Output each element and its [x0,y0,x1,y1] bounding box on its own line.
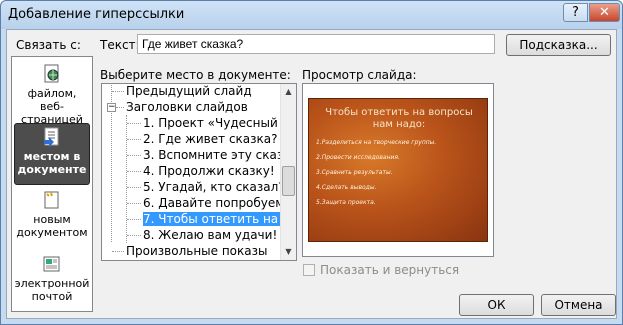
email-icon [42,254,62,274]
slide-preview: Чтобы ответить на вопросы нам надо: 1.Ра… [302,83,494,257]
show-and-return-label: Показать и вернуться [320,263,460,277]
link-to-bar: файлом, веб-страницей местом в документе… [11,56,93,312]
place-in-document-label: Выберите место в документе: [100,68,291,82]
tree-item-slide-4[interactable]: 4. Продолжи сказку! [143,163,275,179]
tree-item-slide-1[interactable]: 1. Проект «Чудесный м [143,115,291,131]
link-to-document-place-label: местом в документе [17,150,87,176]
cancel-button[interactable]: Отмена [541,294,616,316]
help-button[interactable]: ? [563,3,588,22]
slide-bullet: 1.Разделиться на творческие группы. [316,139,437,146]
slide-preview-label: Просмотр слайда: [302,68,417,82]
tree-item-slide-titles[interactable]: Заголовки слайдов [126,99,248,115]
link-to-new-document-label: новым документом [16,213,88,239]
tree-item-slide-3[interactable]: 3. Вспомните эту сказк [143,147,291,163]
help-icon: ? [572,5,579,20]
tree-item-previous-slide[interactable]: Предыдущий слайд [126,84,252,99]
display-text-input[interactable] [137,34,495,54]
scroll-down-icon[interactable]: ▼ [281,244,296,260]
dialog-body: Связать с: файлом, веб-страницей местом … [6,29,617,319]
tooltip-button-label: Подсказка... [519,38,598,52]
link-to-new-document[interactable]: новым документом [14,187,90,249]
hyperlink-dialog: Добавление гиперссылки ? ✕ Связать с: фа… [0,0,623,325]
slide-bullet: 4.Сделать выводы. [316,184,377,191]
link-to-web-page-label: файлом, веб-страницей [21,87,83,126]
slide-thumbnail: Чтобы ответить на вопросы нам надо: 1.Ра… [308,98,488,242]
ok-button[interactable]: ОК [459,294,534,316]
slide-bullet: 3.Сравнить результаты. [316,169,393,176]
close-button[interactable]: ✕ [589,3,620,22]
new-document-icon [42,190,62,210]
web-page-icon [42,64,62,84]
collapse-toggle[interactable]: − [107,103,116,112]
slide-bullet: 2.Провести исследования. [316,154,400,161]
link-to-email[interactable]: электронной почтой [14,251,90,313]
text-label: Текст: [100,38,140,52]
tree-item-slide-7[interactable]: 7. Чтобы ответить на в [143,211,290,227]
tooltip-button[interactable]: Подсказка... [506,34,611,56]
tree-item-slide-6[interactable]: 6. Давайте попробуем [143,195,284,211]
document-place-tree[interactable]: − Предыдущий слайд Заголовки слайдов 1. … [101,83,297,261]
cancel-button-label: Отмена [554,298,603,312]
ok-button-label: ОК [487,298,506,312]
link-to-label: Связать с: [16,38,81,52]
show-and-return-checkbox[interactable] [303,264,315,276]
tree-item-custom-shows[interactable]: Произвольные показы [126,243,267,259]
tree-item-slide-2[interactable]: 2. Где живет сказка? [143,131,278,147]
title-bar: Добавление гиперссылки ? ✕ [1,1,622,29]
close-icon: ✕ [599,5,610,20]
link-to-email-label: электронной почтой [14,277,90,303]
document-place-icon [42,127,62,147]
link-to-document-place[interactable]: местом в документе [14,123,90,185]
tree-scrollbar[interactable]: ▲ ▼ [280,84,296,260]
tree-item-slide-8[interactable]: 8. Желаю вам удачи! [143,227,277,243]
link-to-web-page[interactable]: файлом, веб-страницей [14,61,90,126]
scroll-thumb[interactable] [282,166,295,196]
slide-bullet: 5.Защита проекта. [316,199,376,206]
window-title: Добавление гиперссылки [8,7,185,22]
scroll-up-icon[interactable]: ▲ [281,84,296,100]
tree-item-slide-5[interactable]: 5. Угадай, кто сказал? [143,179,285,195]
slide-title: Чтобы ответить на вопросы нам надо: [325,107,473,130]
